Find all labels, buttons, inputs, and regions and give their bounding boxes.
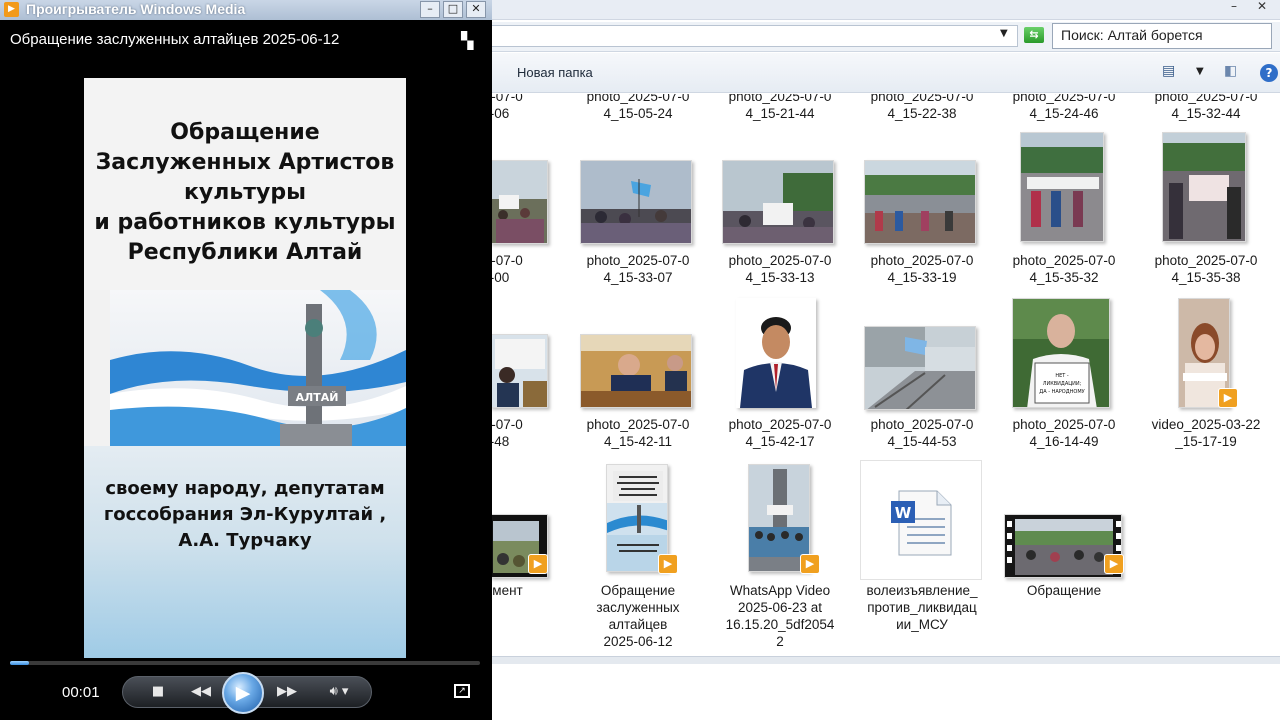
fullscreen-icon[interactable]: ↗ [454, 684, 470, 698]
file-list: 2025-07-0 59-06 photo_2025-07-0 4_15-05-… [492, 94, 1280, 656]
video-title-panel: Обращение Заслуженных Артистов культуры … [84, 78, 406, 290]
file-name: photo_2025-07-0 4_15-21-44 [728, 94, 832, 121]
file-name: волеизъявление_ против_ликвидац ии_МСУ [866, 583, 978, 632]
seek-bar[interactable] [10, 661, 480, 665]
now-playing-bar: Обращение заслуженных алтайцев 2025-06-1… [0, 20, 492, 60]
address-bar[interactable] [492, 25, 1018, 47]
window-title: Проигрыватель Windows Media [26, 1, 246, 17]
protest-sign-text: ДА - НАРОДНОМУ [1039, 389, 1084, 395]
media-title: Обращение заслуженных алтайцев 2025-06-1… [10, 31, 340, 48]
search-input[interactable]: Поиск: Алтай борется [1052, 23, 1272, 49]
media-player-window: ▶ Проигрыватель Windows Media – □ ✕ Обра… [0, 0, 492, 720]
video-heading-text: Обращение Заслуженных Артистов культуры … [94, 120, 396, 265]
stop-icon[interactable]: ■ [149, 682, 167, 702]
file-name: фрагмент [492, 583, 523, 598]
preview-pane-icon[interactable]: ◧ [1224, 63, 1237, 79]
desktop: – ✕ ▼ ⇆ Поиск: Алтай борется Новая папка… [0, 0, 1280, 720]
playback-controls: 00:01 ■ ◀◀ ▶▶ 🔊︎ ▾ ▶ ↗ [0, 658, 492, 720]
maximize-button[interactable]: □ [443, 1, 463, 18]
new-folder-button[interactable]: Новая папка [517, 65, 593, 80]
photo-thumbnail: НЕТ - ЛИКВИДАЦИИ; ДА - НАРОДНОМУ [1012, 298, 1110, 408]
explorer-window: – ✕ ▼ ⇆ Поиск: Алтай борется Новая папка… [492, 0, 1280, 720]
file-name: photo_2025-07-0 4_15-24-46 [1012, 94, 1116, 121]
media-player-logo-icon: ▶ [4, 2, 19, 17]
file-name: photo_2025-07-0 4_16-14-49 [1012, 417, 1116, 449]
next-icon[interactable]: ▶▶ [273, 682, 301, 702]
file-name: WhatsApp Video 2025-06-23 at 16.15.20_5d… [725, 583, 835, 649]
play-button[interactable]: ▶ [222, 672, 264, 714]
horizontal-scrollbar[interactable] [492, 656, 1280, 664]
banner-label: АЛТАЙ [296, 391, 339, 404]
help-icon[interactable]: ? [1260, 64, 1278, 82]
photo-thumbnail [1162, 132, 1246, 242]
minimize-button[interactable]: – [420, 1, 440, 18]
file-name: video_2025-03-22 _15-17-19 [1151, 417, 1261, 449]
photo-thumbnail [722, 160, 834, 244]
word-doc-icon: W [895, 504, 912, 522]
video-address-panel: своему народу, депутатам госсобрания Эл-… [84, 446, 406, 658]
protest-sign-text: ЛИКВИДАЦИИ; [1043, 381, 1082, 387]
view-options-icon[interactable]: ▤ [1162, 63, 1175, 79]
file-name: photo_2025-07-0 4_15-44-53 [870, 417, 974, 449]
file-name: photo_2025-07-0 4_15-05-24 [586, 94, 690, 121]
file-name: 2025-07-0 41-48 [492, 417, 523, 449]
seek-progress [10, 661, 29, 665]
protest-sign-text: НЕТ - [1055, 373, 1069, 379]
player-titlebar: ▶ Проигрыватель Windows Media – □ ✕ [0, 0, 492, 20]
video-play-badge-icon: ▶ [528, 554, 548, 574]
previous-icon[interactable]: ◀◀ [187, 682, 215, 702]
file-name: photo_2025-07-0 4_15-42-11 [586, 417, 690, 449]
close-button[interactable]: ✕ [466, 1, 486, 18]
video-banner-image: АЛТАЙ [110, 290, 406, 446]
file-name: photo_2025-07-0 4_15-33-19 [870, 253, 974, 285]
video-address-text: своему народу, депутатам госсобрания Эл-… [103, 478, 387, 551]
address-bar-row: ▼ ⇆ Поиск: Алтай борется [492, 22, 1280, 52]
photo-thumbnail [492, 160, 548, 244]
photo-thumbnail [492, 334, 548, 408]
status-area [492, 664, 1280, 720]
explorer-toolbar: Новая папка ▤ ▼ ◧ ? [492, 53, 1280, 93]
file-name: Обращение [1026, 583, 1102, 598]
document-thumbnail: W [860, 460, 982, 580]
photo-thumbnail [864, 160, 976, 244]
file-name: photo_2025-07-0 4_15-35-32 [1012, 253, 1116, 285]
file-name: photo_2025-07-0 4_15-33-13 [728, 253, 832, 285]
video-play-badge-icon: ▶ [800, 554, 820, 574]
chevron-down-icon[interactable]: ▼ [1196, 66, 1204, 77]
photo-thumbnail [864, 326, 976, 410]
file-name: photo_2025-07-0 4_15-33-07 [586, 253, 690, 285]
photo-thumbnail [580, 334, 692, 408]
video-play-badge-icon: ▶ [1104, 554, 1124, 574]
refresh-icon[interactable]: ⇆ [1024, 27, 1044, 43]
photo-thumbnail [580, 160, 692, 244]
file-name: photo_2025-07-0 4_15-22-38 [870, 94, 974, 121]
file-name: 2025-07-0 33-00 [492, 253, 523, 285]
chevron-down-icon[interactable]: ▼ [1000, 28, 1008, 39]
file-name: photo_2025-07-0 4_15-32-44 [1154, 94, 1258, 121]
file-name: 2025-07-0 59-06 [492, 94, 523, 121]
elapsed-time: 00:01 [62, 684, 100, 701]
video-area[interactable]: Обращение Заслуженных Артистов культуры … [84, 78, 406, 658]
video-play-badge-icon: ▶ [1218, 388, 1238, 408]
file-name: photo_2025-07-0 4_15-42-17 [728, 417, 832, 449]
close-button[interactable]: ✕ [1248, 0, 1276, 16]
minimize-button[interactable]: – [1220, 0, 1248, 16]
explorer-titlebar: – ✕ [492, 0, 1280, 20]
volume-icon[interactable]: 🔊︎ ▾ [319, 682, 359, 702]
switch-to-library-icon[interactable]: ▚ [461, 31, 473, 50]
file-name: Обращение заслуженных алтайцев 2025-06-1… [596, 583, 680, 649]
video-play-badge-icon: ▶ [658, 554, 678, 574]
photo-thumbnail [736, 298, 816, 408]
photo-thumbnail [1020, 132, 1104, 242]
file-name: photo_2025-07-0 4_15-35-38 [1154, 253, 1258, 285]
